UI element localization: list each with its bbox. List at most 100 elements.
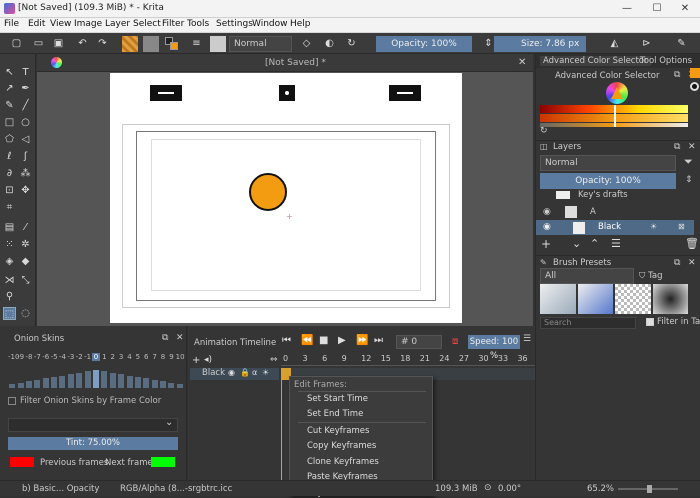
onion-number[interactable]: 0 [91, 353, 101, 361]
filter-in-tag-checkbox[interactable] [646, 318, 654, 326]
onion-bar[interactable] [101, 371, 108, 388]
layer-blend-mode-combo[interactable]: Normal [540, 155, 676, 171]
crop-tool-icon[interactable]: ⌗ [3, 201, 16, 214]
onion-number[interactable]: 3 [117, 353, 125, 361]
menu-tools[interactable]: Tools [187, 19, 209, 29]
onion-bar[interactable] [51, 377, 58, 388]
close-document-icon[interactable]: ✕ [518, 57, 526, 68]
onion-opacity-bars[interactable] [8, 366, 184, 388]
brush-preset-thumbnail[interactable] [210, 36, 226, 52]
close-button[interactable]: ✕ [670, 0, 700, 18]
onion-color-combo[interactable] [8, 418, 178, 432]
save-icon[interactable]: ▣ [52, 37, 65, 50]
play-icon[interactable]: ▶ [338, 335, 346, 346]
onion-number[interactable]: -9 [16, 353, 24, 361]
last-frame-icon[interactable]: ⏭ [374, 335, 383, 346]
frame-number-input[interactable]: # 0 [396, 335, 442, 349]
menu-view[interactable]: View [50, 19, 71, 29]
rectangle-tool-icon[interactable]: □ [3, 116, 16, 129]
visibility-eye-icon[interactable]: ◉ [543, 222, 551, 232]
onion-number[interactable]: 8 [159, 353, 167, 361]
onion-number[interactable]: -6 [42, 353, 50, 361]
onion-number[interactable]: 4 [125, 353, 133, 361]
onion-number[interactable]: -3 [67, 353, 75, 361]
ellipse-tool-icon[interactable]: ○ [19, 116, 32, 129]
mirror-vertical-icon[interactable]: ⊳ [640, 37, 653, 50]
onion-bar[interactable] [143, 378, 150, 388]
stop-icon[interactable]: ■ [319, 335, 328, 346]
fill-gradient-swatch[interactable] [122, 36, 138, 52]
polyline-tool-icon[interactable]: ◁ [19, 133, 32, 146]
clone-keyframes-item[interactable]: Clone Keyframes [307, 457, 379, 467]
visibility-eye-icon[interactable]: ◉ [543, 207, 551, 217]
hue-ring[interactable] [606, 82, 628, 104]
drop-frames-icon[interactable]: ⧈ [452, 336, 458, 347]
tab-tool-options[interactable]: Tool Options [640, 56, 692, 66]
onion-number[interactable]: 6 [142, 353, 150, 361]
first-frame-icon[interactable]: ⏮ [282, 335, 291, 346]
layer-properties-icon[interactable]: ☰ [611, 237, 621, 250]
layers-float-icon[interactable]: ⧉ [674, 142, 680, 152]
onion-number[interactable]: -4 [58, 353, 66, 361]
freehand-path-tool-icon[interactable]: ʃ [19, 150, 32, 163]
onion-number[interactable]: -1 [83, 353, 91, 361]
calligraphy-tool-icon[interactable]: ✒ [19, 82, 32, 95]
audio-icon[interactable]: ◂) [204, 355, 212, 365]
alpha-lock-icon[interactable]: ⊠ [678, 222, 685, 231]
set-start-time-item[interactable]: Set Start Time [307, 394, 368, 404]
add-layer-timeline-icon[interactable]: + [192, 355, 200, 366]
timeline-layer-row[interactable]: Black ◉ 🔒 α ☀ [190, 368, 279, 380]
fill-pattern-swatch[interactable] [143, 36, 159, 52]
onion-number[interactable]: -2 [75, 353, 83, 361]
size-slider[interactable]: Size: 7.86 px [494, 36, 586, 52]
brush-close-icon[interactable]: ✕ [688, 258, 696, 268]
reload-preset-icon[interactable]: ↻ [345, 37, 358, 50]
text-tool-icon[interactable]: T [19, 66, 32, 79]
preserve-alpha-icon[interactable]: ◐ [323, 37, 336, 50]
onion-bar[interactable] [76, 372, 83, 388]
onion-number[interactable]: 2 [109, 353, 117, 361]
next-frames-color[interactable] [151, 457, 175, 467]
line-tool-icon[interactable]: ╱ [19, 99, 32, 112]
menu-select[interactable]: Select [133, 19, 161, 29]
float-dock-icon[interactable]: ⧉ [674, 70, 680, 80]
black-swatch[interactable] [690, 82, 699, 91]
zoom-slider-handle[interactable] [647, 485, 652, 493]
gradient-tool-icon[interactable]: ▤ [3, 221, 16, 234]
onion-bar[interactable] [59, 375, 66, 388]
polygon-tool-icon[interactable]: ⬠ [3, 133, 16, 146]
onion-bar[interactable] [151, 379, 158, 388]
menu-layer[interactable]: Layer [105, 19, 130, 29]
previous-frames-color[interactable] [10, 457, 34, 467]
wrap-around-icon[interactable]: ✎ [675, 37, 688, 50]
speed-slider[interactable]: Speed: 100 % [468, 335, 520, 361]
smart-patch-tool-icon[interactable]: ✲ [19, 238, 32, 251]
assistant-tool-icon[interactable]: ⋊ [3, 274, 16, 287]
background-color-swatch[interactable] [170, 42, 178, 50]
brush-preset-3[interactable] [615, 284, 651, 314]
bezier-tool-icon[interactable]: ℓ [3, 150, 16, 163]
blend-mode-combo[interactable]: Normal [229, 36, 292, 52]
tint-slider[interactable]: Tint: 75.00% [8, 437, 178, 450]
layer-row-black[interactable]: ◉ Black ☀ ⊠ [536, 220, 694, 235]
onion-number[interactable]: -10 [8, 353, 19, 361]
multibrush-tool-icon[interactable]: ⁂ [19, 167, 32, 180]
onion-skin-toggle-icon[interactable]: ☀ [650, 222, 657, 231]
onion-bar[interactable] [17, 382, 24, 388]
colorize-mask-tool-icon[interactable]: ⁙ [3, 238, 16, 251]
menu-edit[interactable]: Edit [28, 19, 45, 29]
timeline-eye-icon[interactable]: ◉ [228, 368, 235, 377]
orange-circle-drawing[interactable] [249, 173, 287, 211]
brush-preset-1[interactable] [540, 284, 576, 314]
layer-move-down-icon[interactable]: ⌄ [572, 237, 581, 250]
brush-preset-2[interactable] [577, 284, 613, 314]
onion-bar[interactable] [34, 379, 41, 388]
rectangular-selection-tool-icon[interactable]: ⬚ [3, 307, 16, 320]
rotation-icon[interactable]: ⊙ [484, 483, 492, 493]
onion-number[interactable]: -7 [33, 353, 41, 361]
mirror-horizontal-icon[interactable]: ◭ [608, 37, 621, 50]
menu-image[interactable]: Image [74, 19, 102, 29]
edit-shapes-tool-icon[interactable]: ↗ [3, 82, 16, 95]
add-layer-icon[interactable]: + [541, 237, 551, 251]
maximize-button[interactable]: ☐ [642, 0, 672, 18]
